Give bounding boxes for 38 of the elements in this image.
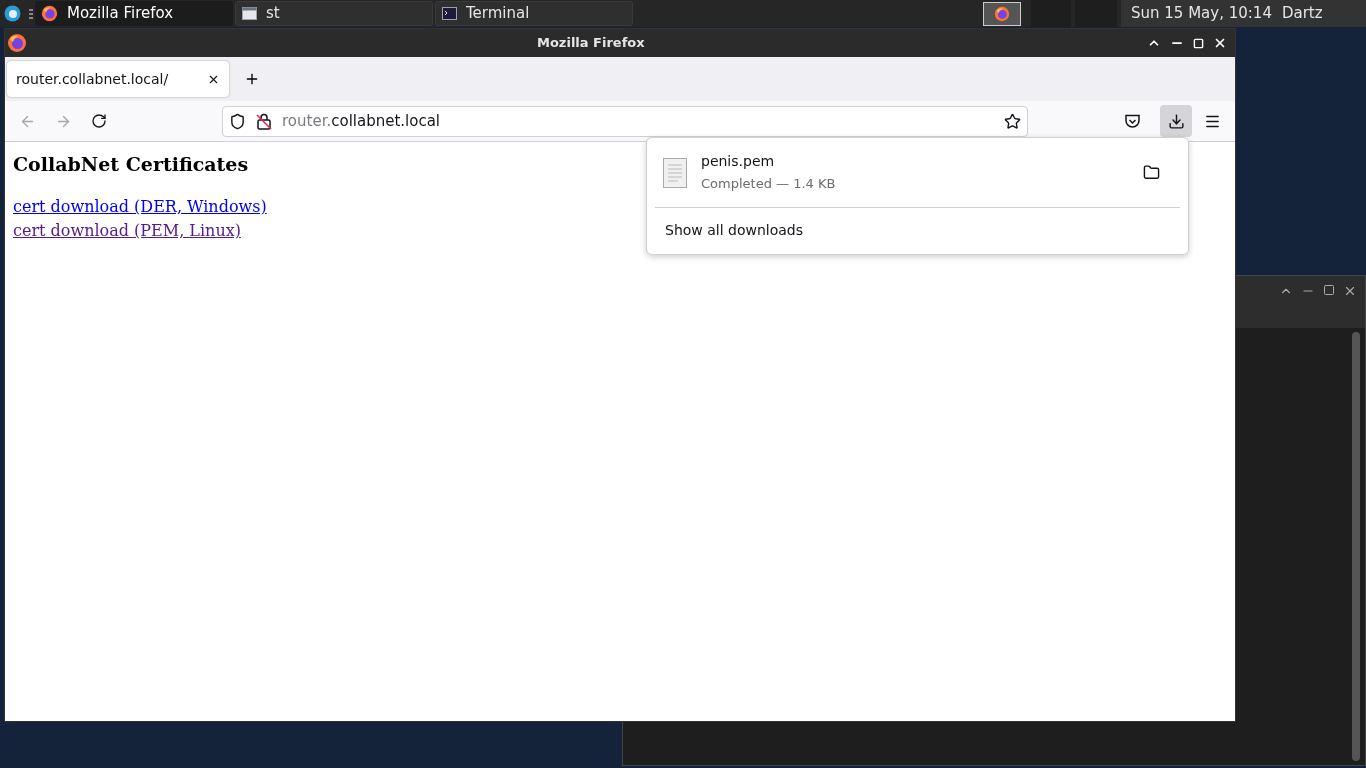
folder-icon[interactable]: [1143, 164, 1160, 181]
window-title: Mozilla Firefox: [537, 34, 645, 53]
app-menu-icon[interactable]: [4, 5, 21, 22]
terminal-icon: [442, 7, 457, 20]
download-status: Completed — 1.4 KB: [701, 175, 836, 194]
maximize-icon[interactable]: [1323, 284, 1335, 296]
download-item[interactable]: penis.pem Completed — 1.4 KB: [655, 138, 1180, 208]
address-bar[interactable]: router.collabnet.local: [222, 105, 1028, 137]
shield-icon[interactable]: [229, 112, 246, 130]
download-link[interactable]: cert download (DER, Windows): [13, 196, 267, 216]
downloads-button[interactable]: [1160, 105, 1192, 137]
taskbar-button[interactable]: Mozilla Firefox: [35, 1, 233, 26]
scrollbar[interactable]: [1352, 332, 1360, 761]
reload-icon[interactable]: [91, 113, 107, 129]
close-icon[interactable]: [1343, 284, 1357, 298]
browser-tab[interactable]: router.collabnet.local/: [7, 61, 229, 97]
page-heading: CollabNet Certificates: [13, 152, 249, 177]
grip-icon: [29, 8, 33, 19]
new-tab-icon[interactable]: [244, 71, 260, 87]
firefox-icon: [7, 33, 27, 53]
download-icon: [1167, 112, 1185, 130]
download-link[interactable]: cert download (PEM, Linux): [13, 220, 241, 240]
user-name: Dartz: [1281, 3, 1323, 25]
file-icon: [663, 157, 687, 188]
clock: Sun 15 May, 10:14: [1131, 3, 1272, 25]
window-icon: [242, 7, 257, 20]
bookmark-star-icon[interactable]: [1004, 112, 1021, 130]
pocket-icon[interactable]: [1124, 113, 1141, 129]
close-icon[interactable]: [1213, 36, 1227, 50]
insecure-lock-icon[interactable]: [256, 112, 272, 130]
firefox-icon: [994, 5, 1010, 22]
show-all-downloads[interactable]: Show all downloads: [655, 208, 1180, 252]
taskbar-button[interactable]: st: [235, 1, 433, 26]
taskbar-button[interactable]: Terminal: [435, 1, 633, 26]
tray-window-button[interactable]: [983, 1, 1021, 26]
url-text: router.collabnet.local: [282, 110, 440, 132]
file-name: penis.pem: [701, 152, 776, 172]
firefox-icon: [41, 5, 58, 22]
